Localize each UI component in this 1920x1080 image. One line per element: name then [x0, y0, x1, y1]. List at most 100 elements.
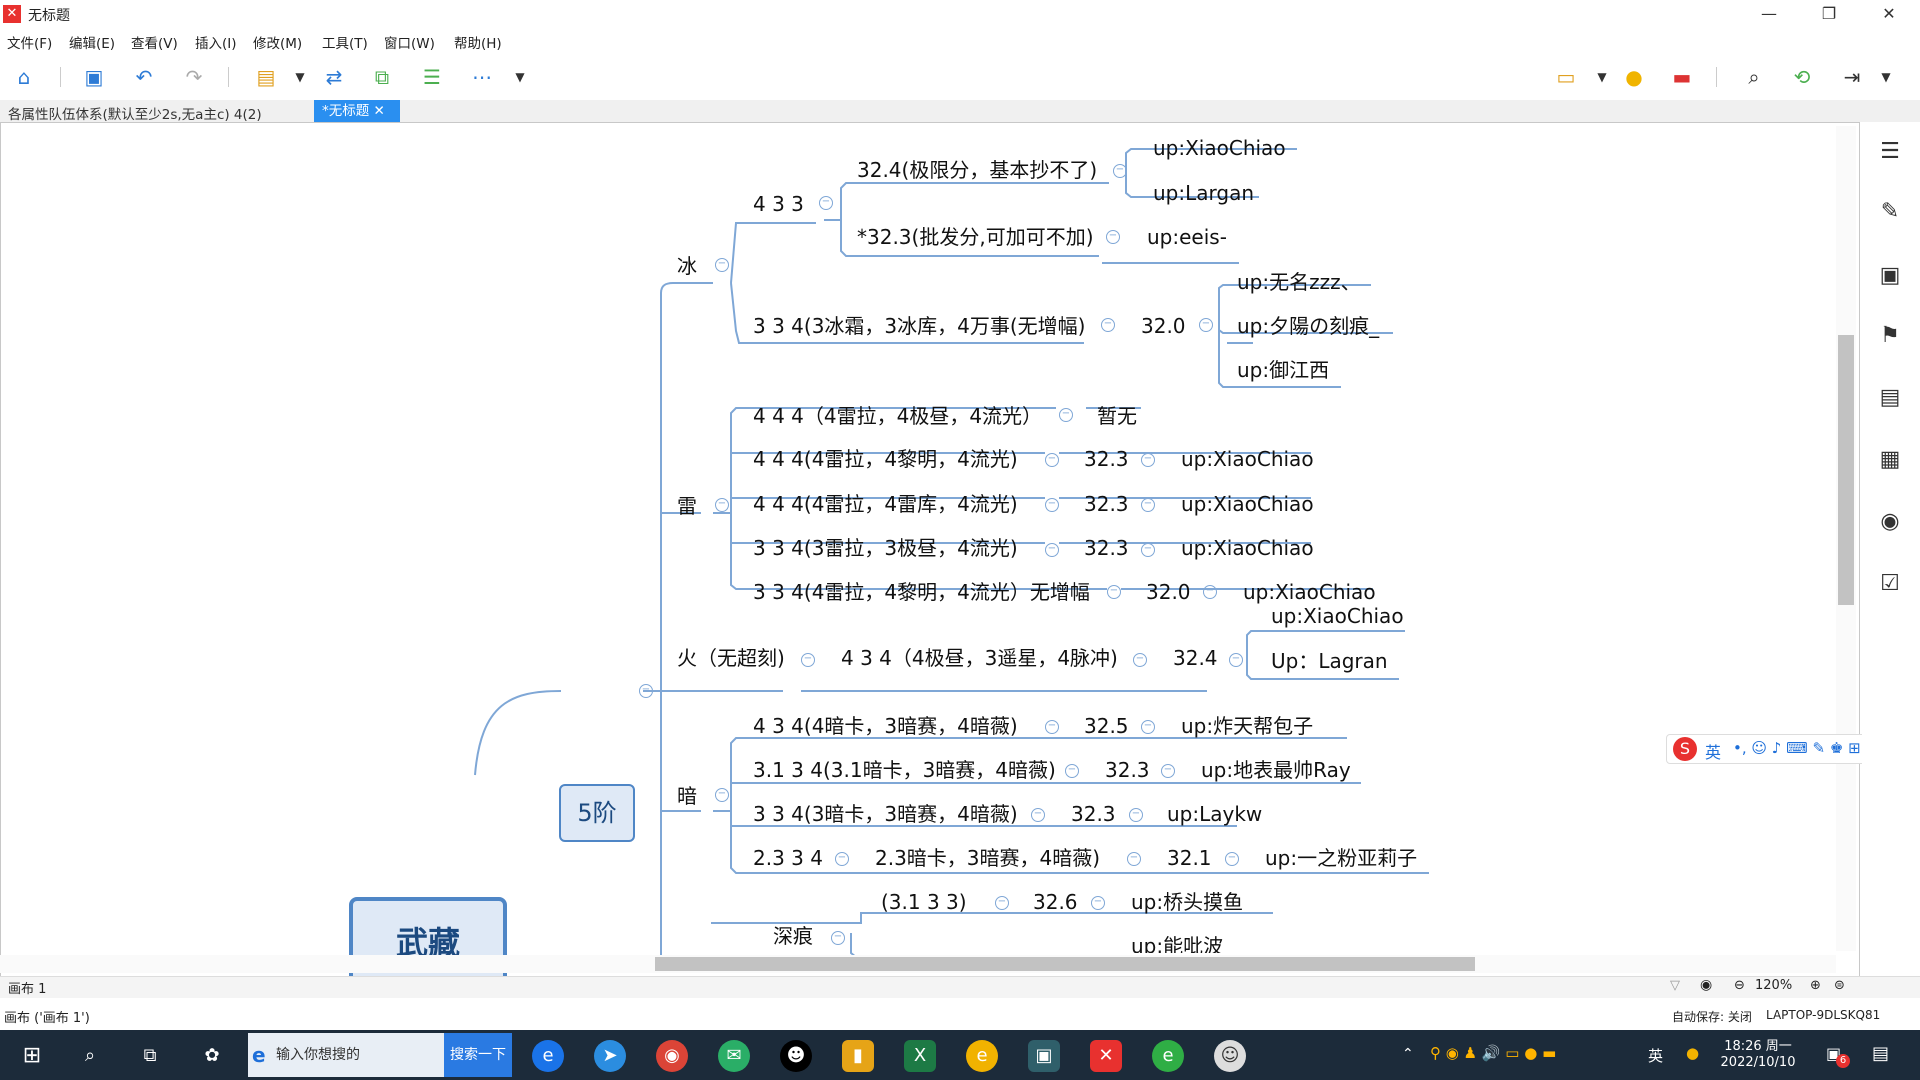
topic-ice-433[interactable]: 4 3 3 — [753, 191, 804, 217]
collapse-toggle-icon[interactable]: − — [1203, 585, 1217, 599]
branch-dark[interactable]: 暗 — [677, 783, 697, 809]
topic-style-icon[interactable]: ▤ — [252, 64, 280, 90]
minimize-button[interactable]: — — [1746, 0, 1792, 28]
clock-date[interactable]: 2022/10/10 — [1712, 1055, 1804, 1070]
menu-insert[interactable]: 插入(I) — [195, 32, 237, 52]
save-icon[interactable]: ▣ — [80, 64, 108, 90]
topic-thunder-3-up[interactable]: up:XiaoChiao — [1181, 491, 1314, 517]
collapse-toggle-icon[interactable]: − — [1107, 585, 1121, 599]
menu-view[interactable]: 查看(V) — [131, 32, 178, 52]
windows-start-icon[interactable]: ⊞ — [16, 1040, 48, 1072]
xmind-taskbar-icon[interactable]: ✕ — [1090, 1040, 1122, 1072]
action-center-icon[interactable]: ▤ — [1872, 1043, 1889, 1064]
redo-icon[interactable]: ↷ — [180, 64, 208, 90]
collapse-toggle-icon[interactable]: − — [995, 896, 1009, 910]
tray-icons[interactable]: ⚲ ◉ ♟ 🔊 ▭ ● ▬ — [1430, 1044, 1556, 1062]
tray-app-icon[interactable]: ● — [1686, 1044, 1699, 1062]
topic-thunder-2[interactable]: 4 4 4(4雷拉，4黎明，4流光) — [753, 446, 1018, 472]
collapse-toggle-icon[interactable]: − — [715, 788, 729, 802]
search-icon[interactable]: ⌕ — [74, 1040, 106, 1072]
topic-thunder-2-score[interactable]: 32.3 — [1084, 446, 1129, 472]
topic-fire-1-up2[interactable]: Up：Lagran — [1271, 648, 1388, 674]
topic-ice-334-score[interactable]: 32.0 — [1141, 313, 1186, 339]
collapse-toggle-icon[interactable]: − — [1127, 852, 1141, 866]
taskbar-search-input[interactable]: 输入你想搜的 — [248, 1033, 444, 1077]
topic-thunder-5-up[interactable]: up:XiaoChiao — [1243, 579, 1376, 605]
topic-fire-1[interactable]: 4 3 4（4极昼，3遥星，4脉冲) — [841, 645, 1118, 671]
charts-app-icon[interactable]: ▮ — [842, 1040, 874, 1072]
maximize-button[interactable]: ❐ — [1806, 0, 1852, 28]
relationship-icon[interactable]: ⇄ — [320, 64, 348, 90]
chevron-down-icon[interactable]: ▼ — [506, 64, 534, 90]
green-app-icon[interactable]: e — [1152, 1040, 1184, 1072]
filter-icon[interactable]: ▽ — [1670, 978, 1680, 993]
topic-5-stage[interactable]: 5阶 — [559, 784, 635, 842]
topic-thunder-4-score[interactable]: 32.3 — [1084, 535, 1129, 561]
topic-dark-4-detail[interactable]: 2.3暗卡，3暗赛，4暗薇) — [875, 845, 1100, 871]
comments-icon[interactable]: ◉ — [1876, 508, 1904, 536]
topic-dark-4-up[interactable]: up:一之粉亚莉子 — [1265, 845, 1417, 871]
collapse-toggle-icon[interactable]: − — [1229, 653, 1243, 667]
topic-thunder-4-up[interactable]: up:XiaoChiao — [1181, 535, 1314, 561]
ime-indicator[interactable]: 英 — [1648, 1045, 1663, 1066]
chevron-down-icon[interactable]: ▼ — [286, 64, 314, 90]
export-icon[interactable]: ⇥ — [1838, 64, 1866, 90]
topic-deep-1-up[interactable]: up:桥头摸鱼 — [1131, 889, 1243, 915]
topic-fire-1-score[interactable]: 32.4 — [1173, 645, 1218, 671]
collapse-toggle-icon[interactable]: − — [1045, 453, 1059, 467]
menu-modify[interactable]: 修改(M) — [253, 32, 302, 52]
taskbar-search-button[interactable]: 搜索一下 — [444, 1033, 512, 1077]
horizontal-scrollbar-thumb[interactable] — [655, 957, 1475, 971]
topic-dark-1-score[interactable]: 32.5 — [1084, 713, 1129, 739]
sogou-logo-icon[interactable]: S — [1673, 737, 1697, 761]
collapse-toggle-icon[interactable]: − — [1045, 498, 1059, 512]
topic-dark-2[interactable]: 3.1 3 4(3.1暗卡，3暗赛，4暗薇) — [753, 757, 1056, 783]
wechat-icon[interactable]: ✉ — [718, 1040, 750, 1072]
branch-deep-scar[interactable]: 深痕 — [773, 923, 813, 949]
topic-dark-3-score[interactable]: 32.3 — [1071, 801, 1116, 827]
menu-file[interactable]: 文件(F) — [7, 32, 52, 52]
topic-dark-3[interactable]: 3 3 4(3暗卡，3暗赛，4暗薇) — [753, 801, 1018, 827]
monitor-app-icon[interactable]: ▣ — [1028, 1040, 1060, 1072]
collapse-toggle-icon[interactable]: − — [1141, 543, 1155, 557]
menu-edit[interactable]: 编辑(E) — [69, 32, 115, 52]
canvas-tab[interactable]: 画布 1 — [8, 978, 46, 997]
topic-thunder-3[interactable]: 4 4 4(4雷拉，4雷库，4流光) — [753, 491, 1018, 517]
topic-dark-4-score[interactable]: 32.1 — [1167, 845, 1212, 871]
collapse-toggle-icon[interactable]: − — [835, 852, 849, 866]
collapse-toggle-icon[interactable]: − — [1045, 543, 1059, 557]
ime-mode[interactable]: 英 — [1705, 739, 1721, 763]
topic-thunder-2-up[interactable]: up:XiaoChiao — [1181, 446, 1314, 472]
undo-icon[interactable]: ↶ — [130, 64, 158, 90]
collapse-toggle-icon[interactable]: − — [1141, 720, 1155, 734]
topic-thunder-5[interactable]: 3 3 4(4雷拉，4黎明，4流光）无增幅 — [753, 579, 1090, 605]
collapse-toggle-icon[interactable]: − — [1133, 653, 1147, 667]
collapse-toggle-icon[interactable]: − — [1161, 764, 1175, 778]
feishu-icon[interactable]: ➤ — [594, 1040, 626, 1072]
collapse-toggle-icon[interactable]: − — [831, 931, 845, 945]
topic-ice-433-b-up[interactable]: up:eeis- — [1147, 224, 1227, 250]
topic-thunder-4[interactable]: 3 3 4(3雷拉，3极昼，4流光) — [753, 535, 1018, 561]
topic-deep-1-score[interactable]: 32.6 — [1033, 889, 1078, 915]
collapse-toggle-icon[interactable]: − — [819, 196, 833, 210]
idea-bulb-icon[interactable]: ● — [1620, 64, 1648, 90]
clock-time[interactable]: 18:26 周一 — [1718, 1035, 1798, 1054]
tab-document-1[interactable]: 各属性队伍体系(默认至少2s,无a主c) 4(2) — [8, 103, 262, 123]
outline-view-icon[interactable]: ▬ — [1668, 64, 1696, 90]
topic-ice-433-a-up2[interactable]: up:Largan — [1153, 180, 1254, 206]
task-view-icon[interactable]: ⧉ — [134, 1040, 166, 1072]
pinwheel-app-icon[interactable]: ✿ — [196, 1040, 228, 1072]
ime-tools-icons[interactable]: •, ☺ ♪ ⌨ ✎ ♚ ⊞ — [1733, 739, 1861, 757]
zoom-in-icon[interactable]: ⊕ — [1810, 978, 1821, 993]
topic-ice-334[interactable]: 3 3 4(3冰霜，3冰库，4万事(无增幅) — [753, 313, 1085, 339]
excel-icon[interactable]: X — [904, 1040, 936, 1072]
topic-ice-334-up3[interactable]: up:御江西 — [1237, 357, 1329, 383]
topic-fire-1-up1[interactable]: up:XiaoChiao — [1271, 603, 1404, 629]
edge-browser-icon[interactable]: e — [532, 1040, 564, 1072]
topic-ice-433-b[interactable]: *32.3(批发分,可加可不加) — [857, 224, 1094, 250]
collapse-toggle-icon[interactable]: − — [1045, 720, 1059, 734]
autosave-status[interactable]: 自动保存: 关闭 — [1672, 1008, 1752, 1025]
summary-icon[interactable]: ☰ — [418, 64, 446, 90]
topic-dark-2-up[interactable]: up:地表最帅Ray — [1201, 757, 1351, 783]
branch-ice[interactable]: 冰 — [677, 253, 697, 279]
